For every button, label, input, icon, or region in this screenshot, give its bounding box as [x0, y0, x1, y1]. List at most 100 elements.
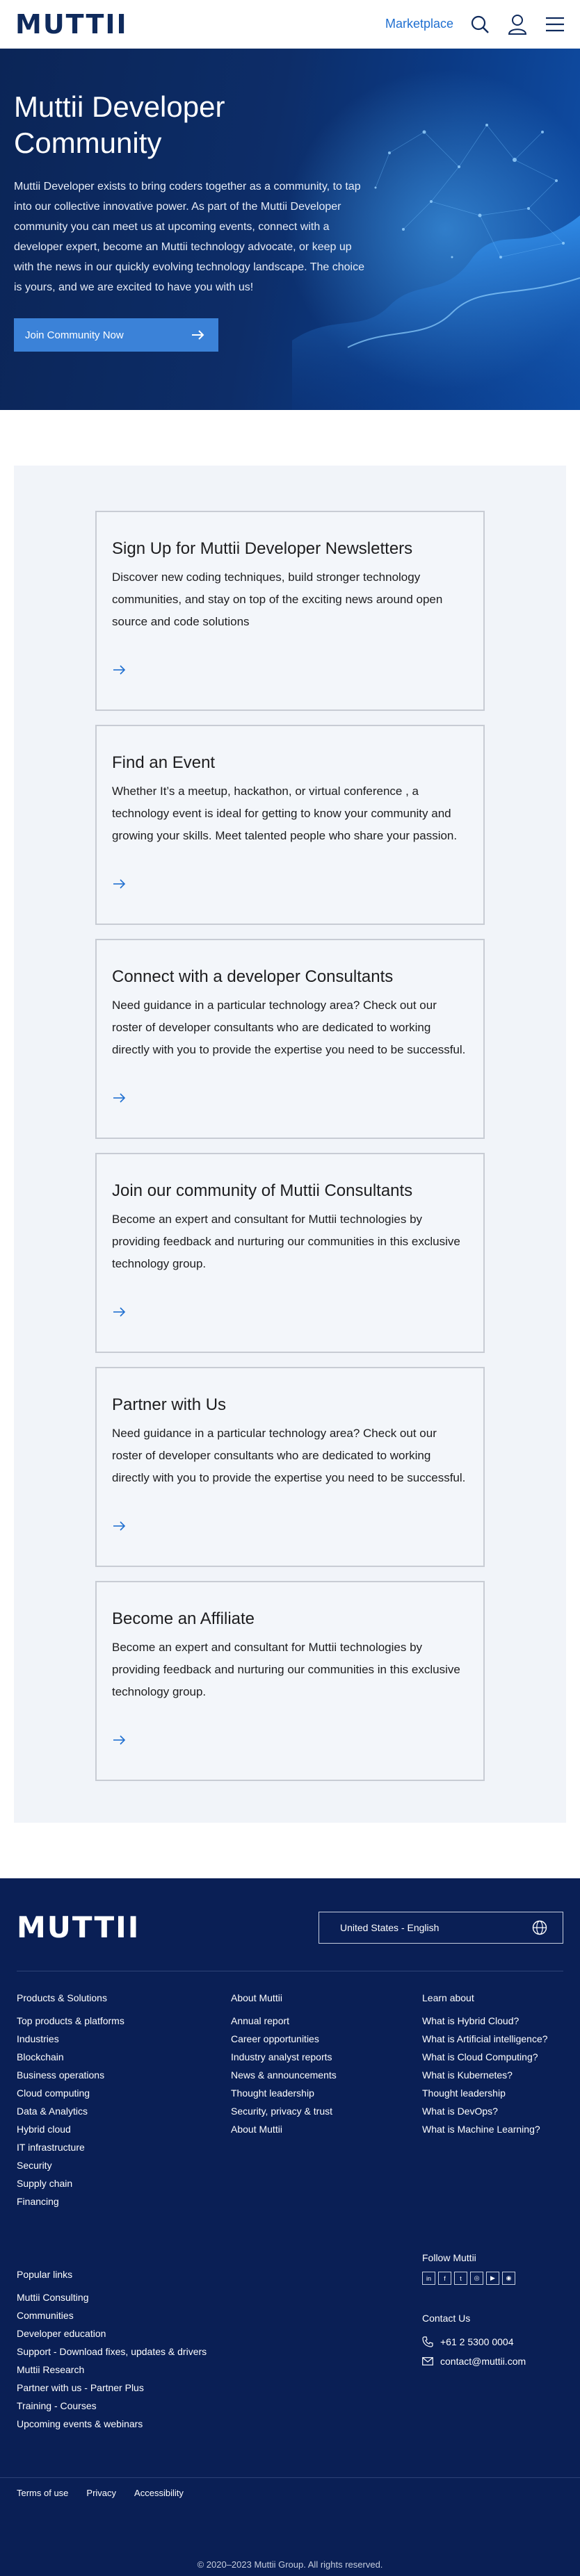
mail-icon [422, 2357, 433, 2365]
card-body: Need guidance in a particular technology… [112, 999, 466, 1056]
footer-logo[interactable]: MUTTII [17, 1910, 140, 1944]
footer-link-it-infrastructure[interactable]: IT infrastructure [17, 2138, 231, 2156]
footer-lower: Popular links Muttii Consulting Communiti… [17, 2252, 563, 2433]
user-icon[interactable] [506, 13, 529, 35]
hero-description: Muttii Developer exists to bring coders … [14, 181, 364, 293]
arrow-right-icon[interactable] [113, 1093, 126, 1103]
arrow-right-icon[interactable] [113, 1521, 126, 1531]
footer-link-news-announcements[interactable]: News & announcements [231, 2066, 422, 2084]
footer-link-what-is-devops[interactable]: What is DevOps? [422, 2102, 563, 2120]
search-icon[interactable] [469, 13, 491, 35]
column-heading: About Muttii [231, 1992, 282, 2003]
popular-links: Muttii Consulting Communities Developer ed… [17, 2288, 422, 2433]
footer-link-what-is-hybrid-cloud[interactable]: What is Hybrid Cloud? [422, 2012, 563, 2030]
join-community-label: Join Community Now [25, 329, 124, 341]
footer-link-muttii-consulting[interactable]: Muttii Consulting [17, 2288, 422, 2306]
card-body: Need guidance in a particular technology… [112, 1427, 466, 1484]
locale-label: United States - English [340, 1921, 440, 1933]
arrow-right-icon[interactable] [113, 665, 126, 675]
rss-icon[interactable]: ◉ [502, 2272, 515, 2285]
partner-card[interactable]: Partner with Us Need guidance in a parti… [95, 1367, 485, 1567]
facebook-icon[interactable]: f [438, 2272, 451, 2285]
linkedin-icon[interactable]: in [422, 2272, 435, 2285]
footer-link-career-opportunities[interactable]: Career opportunities [231, 2030, 422, 2048]
globe-icon [532, 1920, 547, 1935]
join-consultants-card[interactable]: Join our community of Muttii Consultants… [95, 1153, 485, 1353]
card-body: Discover new coding techniques, build st… [112, 571, 443, 628]
twitter-icon[interactable]: t [454, 2272, 467, 2285]
footer-link-partner-with-us-partner-plus[interactable]: Partner with us - Partner Plus [17, 2379, 422, 2397]
card-title: Partner with Us [112, 1395, 227, 1414]
footer-link-what-is-machine-learning[interactable]: What is Machine Learning? [422, 2120, 563, 2138]
footer-link-muttii-research[interactable]: Muttii Research [17, 2361, 422, 2379]
marketplace-link[interactable]: Marketplace [385, 17, 453, 31]
header-actions: Marketplace [385, 13, 566, 35]
email-address: contact@muttii.com [440, 2356, 526, 2367]
footer-link-industries[interactable]: Industries [17, 2030, 231, 2048]
legal-link-accessibility[interactable]: Accessibility [134, 2488, 184, 2498]
muttii-logo[interactable]: MUTTII [15, 9, 128, 40]
card-title: Join our community of Muttii Consultants [112, 1181, 413, 1200]
footer-link-what-is-artificial-intelligence[interactable]: What is Artificial intelligence? [422, 2030, 563, 2048]
column-heading: Learn about [422, 1992, 474, 2003]
footer-link-training-courses[interactable]: Training - Courses [17, 2397, 422, 2415]
footer-link-business-operations[interactable]: Business operations [17, 2066, 231, 2084]
card-title: Connect with a developer Consultants [112, 967, 394, 986]
footer-link-data-analytics[interactable]: Data & Analytics [17, 2102, 231, 2120]
card-body: Whether It’s a meetup, hackathon, or vir… [112, 785, 458, 842]
instagram-icon[interactable]: ◎ [470, 2272, 483, 2285]
email-contact[interactable]: contact@muttii.com [422, 2352, 563, 2371]
footer-link-cloud-computing[interactable]: Cloud computing [17, 2084, 231, 2102]
youtube-icon[interactable]: ▶ [486, 2272, 499, 2285]
footer-link-security[interactable]: Security [17, 2156, 231, 2174]
site-footer: MUTTII United States - English Products … [0, 1878, 580, 2576]
products-column: Products & Solutions Top products & plat… [17, 1992, 231, 2210]
footer-link-thought-leadership[interactable]: Thought leadership [422, 2084, 563, 2102]
site-header: MUTTII Marketplace [0, 0, 580, 49]
footer-link-upcoming-events-webinars[interactable]: Upcoming events & webinars [17, 2415, 422, 2433]
hero-content: Muttii Developer Community Muttii Develo… [14, 89, 369, 352]
card-title: Sign Up for Muttii Developer Newsletters [112, 539, 413, 558]
connect-consultants-card[interactable]: Connect with a developer Consultants Nee… [95, 939, 485, 1139]
phone-contact[interactable]: +61 2 5300 0004 [422, 2332, 563, 2352]
footer-link-annual-report[interactable]: Annual report [231, 2012, 422, 2030]
footer-link-thought-leadership[interactable]: Thought leadership [231, 2084, 422, 2102]
footer-link-supply-chain[interactable]: Supply chain [17, 2174, 231, 2192]
locale-selector[interactable]: United States - English [319, 1911, 563, 1944]
legal-links: Terms of use Privacy Accessibility [17, 2488, 563, 2498]
hamburger-menu-icon[interactable] [544, 13, 566, 35]
legal-link-terms-of-use[interactable]: Terms of use [17, 2488, 68, 2498]
find-event-card[interactable]: Find an Event Whether It’s a meetup, hac… [95, 725, 485, 925]
arrow-right-icon[interactable] [113, 1307, 126, 1317]
learn-column: Learn about What is Hybrid Cloud? What is… [422, 1992, 563, 2210]
social-icons: in f t ◎ ▶ ◉ [422, 2272, 563, 2285]
footer-link-security-privacy-trust[interactable]: Security, privacy & trust [231, 2102, 422, 2120]
newsletter-card[interactable]: Sign Up for Muttii Developer Newsletters… [95, 511, 485, 711]
community-cards-section: Sign Up for Muttii Developer Newsletters… [14, 466, 566, 1823]
footer-link-financing[interactable]: Financing [17, 2192, 231, 2210]
footer-link-blockchain[interactable]: Blockchain [17, 2048, 231, 2066]
footer-link-communities[interactable]: Communities [17, 2306, 422, 2324]
copyright: © 2020–2023 Muttii Group. All rights res… [197, 2559, 383, 2570]
footer-link-developer-education[interactable]: Developer education [17, 2324, 422, 2343]
footer-link-support-download-fixes-updates-drivers[interactable]: Support - Download fixes, updates & driv… [17, 2343, 422, 2361]
arrow-right-icon[interactable] [113, 879, 126, 889]
affiliate-card[interactable]: Become an Affiliate Become an expert and… [95, 1581, 485, 1781]
footer-link-what-is-kubernetes[interactable]: What is Kubernetes? [422, 2066, 563, 2084]
products-links: Top products & platforms Industries Blockc… [17, 2012, 231, 2210]
follow-contact-column: Follow Muttii in f t ◎ ▶ ◉ Contact Us +61 2 5… [422, 2252, 563, 2433]
column-heading: Popular links [17, 2269, 73, 2280]
footer-link-what-is-cloud-computing[interactable]: What is Cloud Computing? [422, 2048, 563, 2066]
phone-icon [422, 2336, 433, 2347]
card-title: Become an Affiliate [112, 1609, 255, 1628]
arrow-right-icon[interactable] [113, 1735, 126, 1745]
legal-link-privacy[interactable]: Privacy [86, 2488, 116, 2498]
join-community-button[interactable]: Join Community Now [14, 318, 218, 352]
about-links: Annual report Career opportunities Industr… [231, 2012, 422, 2138]
card-title: Find an Event [112, 753, 216, 772]
footer-link-hybrid-cloud[interactable]: Hybrid cloud [17, 2120, 231, 2138]
footer-link-columns: Products & Solutions Top products & plat… [17, 1992, 563, 2210]
footer-link-about-muttii[interactable]: About Muttii [231, 2120, 422, 2138]
footer-link-industry-analyst-reports[interactable]: Industry analyst reports [231, 2048, 422, 2066]
footer-link-top-products-platforms[interactable]: Top products & platforms [17, 2012, 231, 2030]
